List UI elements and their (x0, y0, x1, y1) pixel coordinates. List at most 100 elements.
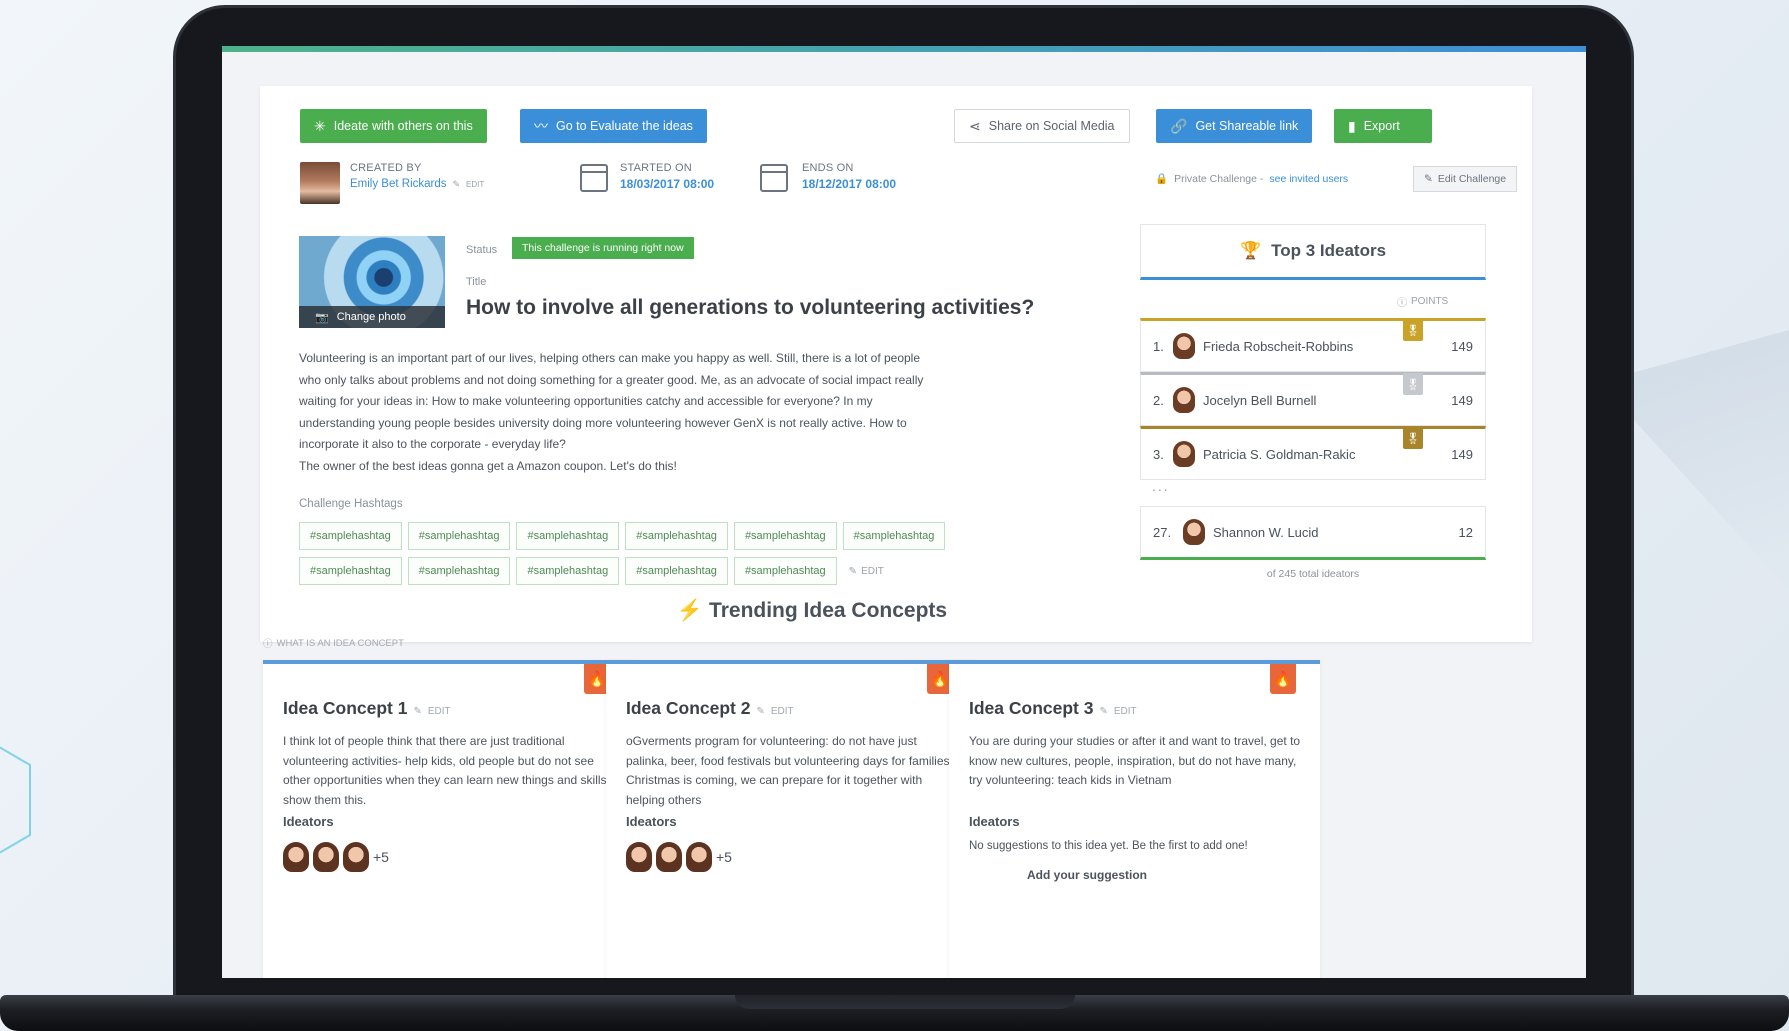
ideator-points: 149 (1451, 392, 1473, 408)
edit-challenge-button[interactable]: ✎ Edit Challenge (1413, 166, 1518, 192)
ideator-avatars: +5 (283, 842, 389, 872)
ideator-points: 149 (1451, 338, 1473, 354)
avatar (1173, 441, 1195, 467)
share-social-button[interactable]: ⋖ Share on Social Media (954, 109, 1130, 143)
creator-name-link[interactable]: Emily Bet Rickards (350, 178, 447, 190)
concept-edit-label[interactable]: EDIT (428, 706, 451, 717)
export-label: Export (1363, 119, 1400, 133)
description-line: The owner of the best ideas gonna get a … (299, 458, 677, 473)
description-line: Volunteering is an important part of our… (299, 351, 921, 365)
rank-number: 2. (1153, 392, 1164, 408)
ideator-rank-2[interactable]: 2. Jocelyn Bell Burnell 149 🎖 (1140, 372, 1486, 426)
pencil-icon[interactable]: ✎ (413, 706, 421, 717)
no-suggestions-text: No suggestions to this idea yet. Be the … (969, 840, 1248, 852)
pencil-icon[interactable]: ✎ (756, 706, 764, 717)
avatar (283, 842, 309, 872)
trending-title: ⚡ Trending Idea Concepts (222, 599, 1402, 623)
change-photo-button[interactable]: 📷 Change photo (299, 306, 445, 328)
info-icon: ⓘ (1397, 298, 1407, 309)
challenge-toolbar: ✳ Ideate with others on this 〰 Go to Eva… (300, 109, 1482, 145)
ideator-rank-3[interactable]: 3. Patricia S. Goldman-Rakic 149 🎖 (1140, 426, 1486, 480)
private-text: Private Challenge - (1174, 172, 1264, 185)
more-ideators-count: +5 (373, 849, 389, 865)
ideators-label: Ideators (283, 814, 334, 829)
ends-label: ENDS ON (802, 162, 854, 174)
change-photo-label: Change photo (336, 311, 406, 323)
evaluate-button[interactable]: 〰 Go to Evaluate the ideas (520, 109, 707, 143)
hashtag[interactable]: #samplehashtag (733, 557, 837, 585)
idea-concept-card-2[interactable]: 🔥 Idea Concept 2 ✎ EDIT oGverments progr… (606, 660, 977, 978)
started-label: STARTED ON (620, 162, 692, 174)
hashtag[interactable]: #samplehashtag (625, 557, 728, 585)
trending-title-text: Trending Idea Concepts (709, 599, 948, 622)
hashtags-edit-label: EDIT (861, 565, 884, 577)
medal-icon: 🎖 (1403, 373, 1423, 395)
laptop-screen: ✳ Ideate with others on this 〰 Go to Eva… (222, 46, 1586, 978)
avatar (1173, 333, 1195, 359)
concept-title: Idea Concept 3 ✎ EDIT (969, 698, 1137, 719)
concept-edit-label[interactable]: EDIT (771, 706, 794, 717)
creator-edit-label[interactable]: EDIT (466, 180, 484, 189)
ideator-avatars: +5 (626, 842, 732, 872)
idea-concept-card-1[interactable]: 🔥 Idea Concept 1 ✎ EDIT I think lot of p… (263, 660, 634, 978)
invited-users-link[interactable]: see invited users (1269, 173, 1348, 185)
ideator-name: Patricia S. Goldman-Rakic (1203, 446, 1356, 462)
hashtag[interactable]: #samplehashtag (516, 557, 620, 585)
concept-edit-label[interactable]: EDIT (1114, 706, 1137, 717)
rank-number: 1. (1153, 338, 1164, 354)
concept-title-text: Idea Concept 3 (969, 698, 1094, 718)
hashtag[interactable]: #samplehashtag (407, 557, 511, 585)
hashtag-list: #samplehashtag #samplehashtag #samplehas… (299, 522, 999, 585)
ideator-name: Jocelyn Bell Burnell (1203, 392, 1317, 408)
idea-concept-card-3[interactable]: 🔥 Idea Concept 3 ✎ EDIT You are during y… (949, 660, 1320, 978)
more-ideators-count: +5 (716, 849, 732, 865)
pencil-icon[interactable]: ✎ (453, 179, 461, 190)
what-is-idea-concept[interactable]: ⓘ WHAT IS AN IDEA CONCEPT (263, 636, 404, 651)
pencil-icon[interactable]: ✎ (1099, 706, 1107, 717)
status-label: Status (466, 244, 498, 256)
hashtag[interactable]: #samplehashtag (407, 522, 511, 550)
fire-icon: 🔥 (1270, 664, 1296, 694)
hashtag[interactable]: #samplehashtag (299, 557, 402, 585)
ideate-button[interactable]: ✳ Ideate with others on this (300, 109, 487, 143)
title-label: Title (466, 276, 487, 288)
medal-icon: 🎖 (1403, 427, 1423, 449)
export-button[interactable]: ▮ Export (1334, 109, 1432, 143)
camera-icon: 📷 (315, 311, 329, 324)
ideator-points: 12 (1458, 524, 1473, 540)
laptop-notch (735, 995, 1075, 1009)
private-challenge: 🔒 Private Challenge - see invited users (1155, 172, 1348, 186)
ideator-rank-1[interactable]: 1. Frieda Robscheit-Robbins 149 🎖 (1140, 318, 1486, 372)
challenge-title: How to involve all generations to volunt… (466, 296, 1035, 319)
rank-number: 3. (1153, 446, 1164, 462)
concept-description: I think lot of people think that there a… (283, 734, 610, 807)
avatar (656, 842, 682, 872)
add-suggestion-link[interactable]: Add your suggestion (1027, 868, 1147, 882)
ends-value: 18/12/2017 08:00 (802, 177, 897, 191)
shareable-link-button[interactable]: 🔗 Get Shareable link (1156, 109, 1313, 143)
hashtag[interactable]: #samplehashtag (299, 522, 402, 550)
ends-on: ENDS ON 18/12/2017 08:00 (802, 162, 896, 191)
total-ideators: of 245 total ideators (1266, 568, 1360, 580)
hashtag[interactable]: #samplehashtag (625, 522, 728, 550)
edit-challenge-label: Edit Challenge (1437, 173, 1507, 185)
concept-title: Idea Concept 2 ✎ EDIT (626, 698, 794, 719)
top-accent-bar (222, 46, 1586, 52)
ideate-label: Ideate with others on this (333, 119, 473, 133)
challenge-card: ✳ Ideate with others on this 〰 Go to Eva… (260, 86, 1532, 642)
hashtag[interactable]: #samplehashtag (842, 522, 946, 550)
top-ideators-header: 🏆 Top 3 Ideators (1140, 224, 1486, 280)
hashtag[interactable]: #samplehashtag (516, 522, 620, 550)
concept-title-text: Idea Concept 1 (283, 698, 408, 718)
hashtag[interactable]: #samplehashtag (733, 522, 837, 550)
avatar (1183, 519, 1205, 545)
avatar (1173, 387, 1195, 413)
started-value: 18/03/2017 08:00 (620, 177, 715, 191)
points-label: ⓘ POINTS (1397, 294, 1448, 309)
hashtags-edit-button[interactable]: ✎ EDIT (843, 557, 884, 585)
evaluate-label: Go to Evaluate the ideas (556, 119, 693, 133)
ideators-label: Ideators (626, 814, 677, 829)
medal-icon: 🎖 (1403, 319, 1423, 341)
ideator-rank-self[interactable]: 27. Shannon W. Lucid 12 (1140, 506, 1486, 560)
document-icon: ▮ (1348, 117, 1356, 134)
